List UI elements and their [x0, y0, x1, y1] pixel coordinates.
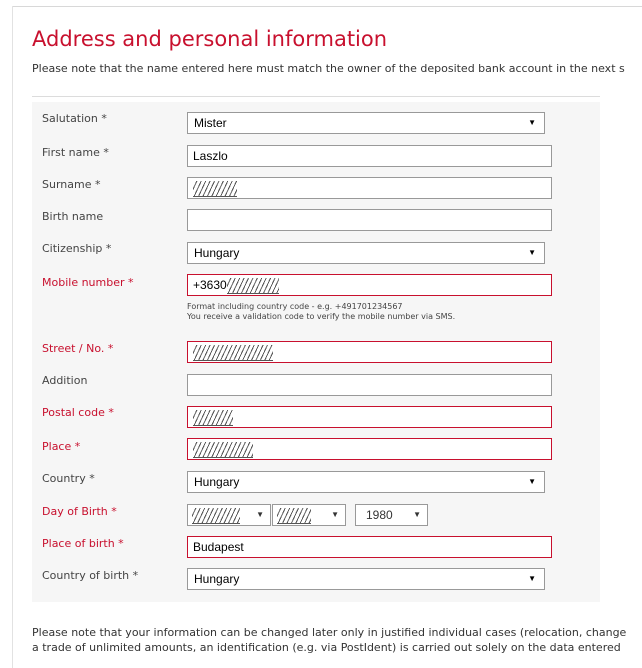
surname-label: Surname * [42, 178, 101, 191]
country-value: Hungary [194, 475, 240, 489]
footer-line-2: a trade of unlimited amounts, an identif… [32, 641, 621, 654]
mobile-input[interactable]: +3630 [187, 274, 552, 296]
citizenship-value: Hungary [194, 246, 240, 260]
mobile-help-sms: You receive a validation code to verify … [187, 312, 456, 321]
chevron-down-icon: ▼ [413, 510, 421, 519]
salutation-label: Salutation * [42, 112, 107, 125]
chevron-down-icon: ▼ [528, 574, 536, 583]
day-of-birth-label: Day of Birth * [42, 505, 117, 518]
surname-input[interactable] [187, 177, 552, 199]
mobile-help: Format including country code - e.g. +49… [187, 302, 455, 322]
salutation-select[interactable]: Mister ▼ [187, 112, 545, 134]
country-of-birth-select[interactable]: Hungary ▼ [187, 568, 545, 590]
postal-code-input[interactable] [187, 406, 552, 428]
redacted-value [193, 181, 237, 197]
redacted-value [193, 410, 233, 426]
dob-year-value: 1980 [366, 508, 393, 522]
chevron-down-icon: ▼ [256, 510, 264, 519]
footer-line-1: Please note that your information can be… [32, 626, 627, 639]
citizenship-label: Citizenship * [42, 242, 112, 255]
first-name-label: First name * [42, 146, 109, 159]
divider [32, 96, 600, 97]
section-note: Please note that the name entered here m… [32, 62, 625, 75]
dob-year-select[interactable]: 1980 ▼ [355, 504, 428, 526]
addition-input[interactable] [187, 374, 552, 396]
redacted-value [277, 508, 311, 524]
place-input[interactable] [187, 438, 552, 460]
dob-day-select[interactable]: ▼ [187, 504, 271, 526]
citizenship-select[interactable]: Hungary ▼ [187, 242, 545, 264]
place-label: Place * [42, 440, 81, 453]
mobile-label: Mobile number * [42, 276, 134, 289]
country-label: Country * [42, 472, 95, 485]
top-border [12, 6, 642, 7]
section-title: Address and personal information [32, 27, 388, 51]
redacted-value [192, 508, 240, 524]
footer-note: Please note that your information can be… [32, 625, 642, 655]
chevron-down-icon: ▼ [528, 248, 536, 257]
mobile-value: +3630 [193, 278, 227, 293]
country-select[interactable]: Hungary ▼ [187, 471, 545, 493]
street-input[interactable] [187, 341, 552, 363]
chevron-down-icon: ▼ [528, 118, 536, 127]
postal-code-label: Postal code * [42, 406, 114, 419]
place-of-birth-input[interactable]: Budapest [187, 536, 552, 558]
dob-month-select[interactable]: ▼ [272, 504, 346, 526]
mobile-help-format: Format including country code - e.g. +49… [187, 302, 403, 311]
country-of-birth-value: Hungary [194, 572, 240, 586]
first-name-input[interactable]: Laszlo [187, 145, 552, 167]
redacted-value [193, 345, 273, 361]
redacted-value [226, 278, 279, 294]
chevron-down-icon: ▼ [528, 477, 536, 486]
country-of-birth-label: Country of birth * [42, 569, 139, 582]
left-border [12, 6, 13, 668]
redacted-value [193, 442, 253, 458]
addition-label: Addition [42, 374, 88, 387]
birth-name-input[interactable] [187, 209, 552, 231]
birth-name-label: Birth name [42, 210, 104, 223]
street-label: Street / No. * [42, 342, 114, 355]
chevron-down-icon: ▼ [331, 510, 339, 519]
salutation-value: Mister [194, 116, 227, 130]
place-of-birth-label: Place of birth * [42, 537, 124, 550]
